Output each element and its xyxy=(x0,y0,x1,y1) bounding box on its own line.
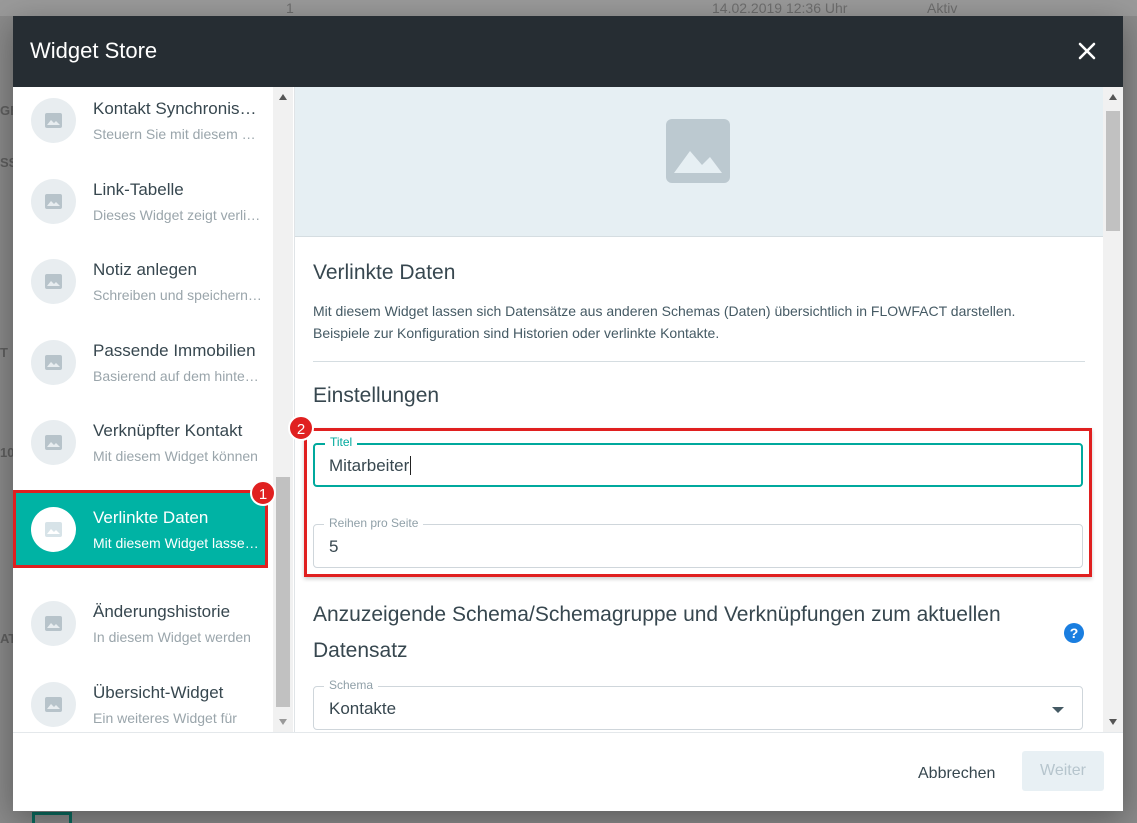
dialog-footer: Abbrechen Weiter xyxy=(13,732,1123,811)
image-placeholder-icon xyxy=(31,601,76,646)
widget-list-item-title: Verknüpfter Kontakt xyxy=(93,421,243,440)
rows-per-page-label: Reihen pro Seite xyxy=(324,516,424,530)
widget-list-item[interactable]: Notiz anlegen Schreiben und speichern Si… xyxy=(13,242,268,320)
scroll-down-icon[interactable] xyxy=(1109,719,1117,725)
image-placeholder-icon xyxy=(31,98,76,143)
widget-list-item[interactable]: Kontakt Synchronisation Steuern Sie mit … xyxy=(13,87,268,159)
widget-list-item-subtitle: Mit diesem Widget lassen sich xyxy=(93,535,263,551)
image-placeholder-icon xyxy=(31,682,76,727)
background-fragment: T xyxy=(0,345,8,360)
cancel-button[interactable]: Abbrechen xyxy=(918,765,995,783)
widget-list-item[interactable]: Änderungshistorie In diesem Widget werde… xyxy=(13,584,268,662)
schema-label: Schema xyxy=(324,678,379,692)
widget-list-item-subtitle: Dieses Widget zeigt verlinkte xyxy=(93,207,263,223)
widget-list-item-subtitle: Steuern Sie mit diesem Widget xyxy=(93,126,263,142)
widget-list-item[interactable]: Link-Tabelle Dieses Widget zeigt verlink… xyxy=(13,162,268,240)
step-badge-1: 1 xyxy=(250,480,276,506)
scroll-up-icon[interactable] xyxy=(279,94,287,100)
chevron-down-icon[interactable] xyxy=(1052,707,1064,713)
help-icon[interactable]: ? xyxy=(1064,623,1084,643)
widget-detail-description: Mit diesem Widget lassen sich Datensätze… xyxy=(313,303,1016,341)
schema-value: Kontakte xyxy=(329,699,397,718)
widget-list-item-title: Notiz anlegen xyxy=(93,260,197,279)
widget-list-item-title: Link-Tabelle xyxy=(93,180,184,199)
close-icon[interactable] xyxy=(1076,40,1098,62)
widget-list-item-subtitle: Basierend auf dem hinterlegten xyxy=(93,368,263,384)
scroll-down-icon[interactable] xyxy=(279,719,287,725)
image-placeholder-icon xyxy=(31,259,76,304)
step-badge-2: 2 xyxy=(288,415,314,441)
background-row-number: 1 xyxy=(286,0,294,16)
settings-heading: Einstellungen xyxy=(313,384,440,407)
detail-scrollbar[interactable] xyxy=(1103,87,1123,732)
widget-list-item[interactable]: Passende Immobilien Basierend auf dem hi… xyxy=(13,323,268,401)
widget-list-item-title: Änderungshistorie xyxy=(93,602,231,621)
widget-list-item-subtitle: Ein weiteres Widget für xyxy=(93,710,237,726)
widget-list-item-title: Übersicht-Widget xyxy=(93,683,224,702)
widget-preview xyxy=(295,87,1104,237)
background-row-date: 14.02.2019 12:36 Uhr xyxy=(712,0,848,16)
widget-store-dialog: Widget Store Kontakt Synchronisation Ste… xyxy=(13,16,1123,811)
background-page xyxy=(0,0,1137,16)
schema-heading: Anzuzeigende Schema/Schemagruppe und Ver… xyxy=(313,603,1001,662)
widget-list-item-subtitle: Mit diesem Widget können xyxy=(93,448,258,464)
scroll-up-icon[interactable] xyxy=(1109,94,1117,100)
widget-list-item[interactable]: Verknüpfter Kontakt Mit diesem Widget kö… xyxy=(13,403,268,481)
widget-list-item-subtitle: In diesem Widget werden xyxy=(93,629,251,645)
image-placeholder-icon xyxy=(31,340,76,385)
image-placeholder-icon xyxy=(31,179,76,224)
schema-select[interactable]: Schema Kontakte xyxy=(313,678,1083,730)
widget-list-item-selected[interactable]: Verlinkte Daten Mit diesem Widget lassen… xyxy=(13,490,268,568)
scrollbar-thumb[interactable] xyxy=(1106,111,1120,231)
title-field-label: Titel xyxy=(325,435,358,449)
title-input[interactable]: Mitarbeiter xyxy=(329,456,412,476)
next-button[interactable]: Weiter xyxy=(1022,751,1104,791)
title-field[interactable]: Titel Mitarbeiter xyxy=(313,435,1083,487)
dialog-header: Widget Store xyxy=(13,16,1123,87)
rows-per-page-field[interactable]: Reihen pro Seite 5 xyxy=(313,516,1083,568)
dialog-title: Widget Store xyxy=(30,38,158,63)
divider xyxy=(313,361,1085,362)
widget-list-item-title: Verlinkte Daten xyxy=(93,508,209,527)
widget-list-item-subtitle: Schreiben und speichern Sie xyxy=(93,287,263,303)
rows-per-page-input[interactable]: 5 xyxy=(329,537,338,557)
widget-detail-pane: Verlinkte Daten Mit diesem Widget lassen… xyxy=(294,87,1104,732)
image-placeholder-icon xyxy=(31,420,76,465)
widget-list-scrollbar[interactable] xyxy=(273,87,293,732)
image-placeholder-icon xyxy=(666,119,730,183)
widget-list-item[interactable]: Übersicht-Widget Ein weiteres Widget für xyxy=(13,665,268,732)
scrollbar-thumb[interactable] xyxy=(276,477,290,707)
background-row-status: Aktiv xyxy=(927,0,958,16)
widget-list-item-title: Passende Immobilien xyxy=(93,341,256,360)
image-placeholder-icon xyxy=(31,507,76,552)
widget-list-item-title: Kontakt Synchronisation xyxy=(93,99,263,118)
background-icon xyxy=(32,812,72,823)
widget-list: Kontakt Synchronisation Steuern Sie mit … xyxy=(13,87,273,732)
widget-detail-title: Verlinkte Daten xyxy=(313,261,456,284)
